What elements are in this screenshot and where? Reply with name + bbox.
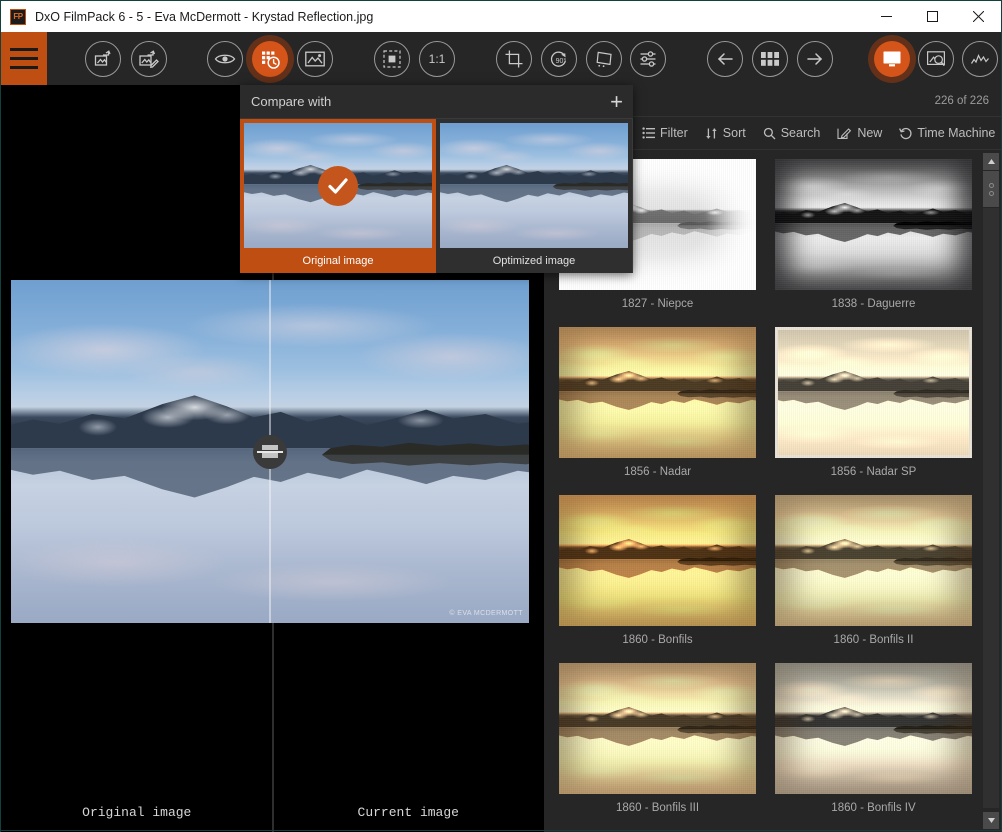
preset-cell[interactable]: 1856 - Nadar SP [775,327,972,485]
preset-cell[interactable]: 1860 - Bonfils III [559,663,756,821]
next-image-button[interactable] [797,41,833,77]
selected-check-icon [318,166,358,206]
compare-with-header: Compare with + [240,85,633,119]
svg-text:90°: 90° [556,57,567,65]
window-controls [863,1,1001,32]
search-icon [763,127,776,140]
preset-thumbnail[interactable] [775,159,972,290]
title-bar: FP DxO FilmPack 6 - 5 - Eva McDermott - … [1,1,1001,32]
minimize-button[interactable] [863,1,909,32]
app-logo-icon: FP [10,9,26,25]
histogram-button[interactable] [962,41,998,77]
viewer-label-right: Current image [273,805,545,820]
split-handle[interactable] [253,435,287,469]
compare-item-original[interactable]: Original image [240,119,436,273]
status-bar [1,830,1001,831]
compare-with-items: Original image Optimized image [240,119,633,273]
preset-photo [559,327,756,458]
add-comparison-icon[interactable]: + [610,93,623,111]
preview-eye-button[interactable] [207,41,243,77]
compare-thumb-optimized [440,123,628,248]
preset-photo [775,159,972,290]
compare-with-popup: Compare with + Original im [240,85,633,273]
time-machine-button[interactable]: Time Machine [899,126,995,140]
sort-icon [705,127,718,140]
preset-label: 1860 - Bonfils II [775,626,972,653]
preset-photo [775,663,972,794]
filter-label: Filter [660,126,688,140]
time-machine-label: Time Machine [917,126,995,140]
main-toolbar: 1:1 90° [1,32,1001,85]
scroll-up-arrow-icon[interactable] [983,153,999,170]
zoom-100-label: 1:1 [429,52,446,66]
scrollbar-track[interactable] [983,208,999,808]
preset-cell[interactable]: 1860 - Bonfils IV [775,663,972,821]
view-image-button[interactable] [297,41,333,77]
preset-label: 1860 - Bonfils III [559,794,756,821]
application-window: FP DxO FilmPack 6 - 5 - Eva McDermott - … [0,0,1002,832]
viewer-label-left: Original image [1,805,273,820]
compare-label-original: Original image [240,249,436,273]
loupe-inspect-button[interactable] [918,41,954,77]
preset-photo [775,327,972,458]
fit-to-screen-button[interactable] [374,41,410,77]
hamburger-menu-icon[interactable] [1,32,47,85]
browser-grid-button[interactable] [752,41,788,77]
preset-thumbnail[interactable] [775,663,972,794]
preset-thumbnail[interactable] [559,327,756,458]
new-preset-label: New [857,126,882,140]
time-machine-icon [899,127,912,140]
preset-photo [559,495,756,626]
sort-label: Sort [723,126,746,140]
split-handle-bar [257,451,283,453]
zoom-100-button[interactable]: 1:1 [419,41,455,77]
export-to-application-button[interactable] [131,41,167,77]
window-title: DxO FilmPack 6 - 5 - Eva McDermott - Kry… [35,10,373,24]
preset-thumbnail[interactable] [775,327,972,458]
preset-cell[interactable]: 1860 - Bonfils II [775,495,972,653]
search-label: Search [781,126,821,140]
previous-image-button[interactable] [707,41,743,77]
new-preset-button[interactable]: New [837,126,882,140]
compare-history-button[interactable] [252,41,288,77]
image-canvas[interactable]: © EVA MCDERMOTT [11,280,529,623]
preset-photo [559,663,756,794]
preset-thumbnail[interactable] [559,663,756,794]
compare-with-title: Compare with [251,94,331,109]
close-button[interactable] [955,1,1001,32]
rotate-90-button[interactable]: 90° [541,41,577,77]
filter-button[interactable]: Filter [642,126,688,140]
export-image-button[interactable] [85,41,121,77]
full-screen-display-button[interactable] [874,41,910,77]
maximize-button[interactable] [909,1,955,32]
preset-cell[interactable]: 1860 - Bonfils [559,495,756,653]
preset-thumbnail[interactable] [559,495,756,626]
preset-photo [775,495,972,626]
perspective-button[interactable] [586,41,622,77]
viewer-labels: Original image Current image [1,805,544,820]
preset-label: 1856 - Nadar SP [775,458,972,485]
scroll-down-arrow-icon[interactable] [983,812,999,829]
photo-watermark: © EVA MCDERMOTT [449,610,523,617]
sort-button[interactable]: Sort [705,126,746,140]
compare-label-optimized: Optimized image [436,249,632,273]
crop-button[interactable] [496,41,532,77]
preset-label: 1860 - Bonfils [559,626,756,653]
settings-sliders-button[interactable] [630,41,666,77]
presets-scrollbar[interactable] [983,153,999,829]
filter-icon [642,127,655,139]
preset-cell[interactable]: 1838 - Daguerre [775,159,972,317]
preset-label: 1827 - Niepce [559,290,756,317]
preset-label: 1856 - Nadar [559,458,756,485]
new-preset-icon [837,127,852,140]
compare-item-optimized[interactable]: Optimized image [436,119,632,273]
scrollbar-thumb[interactable] [983,171,999,207]
preset-thumbnail[interactable] [775,495,972,626]
search-button[interactable]: Search [763,126,821,140]
preset-label: 1860 - Bonfils IV [775,794,972,821]
compare-thumb-original [244,123,432,248]
preset-label: 1838 - Daguerre [775,290,972,317]
preset-cell[interactable]: 1856 - Nadar [559,327,756,485]
